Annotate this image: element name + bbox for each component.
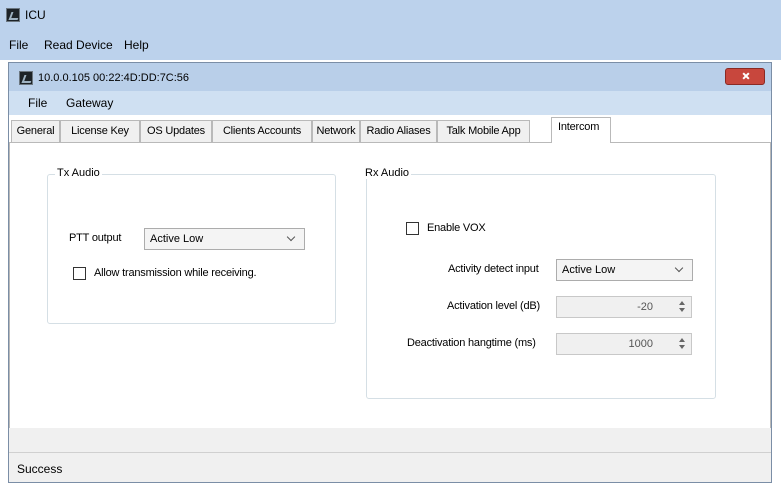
rx-audio-title: Rx Audio [363, 167, 412, 179]
tab-network[interactable]: Network [312, 120, 360, 142]
outer-menu-bar: File Read Device Help [0, 30, 781, 60]
deactivation-hangtime-label: Deactivation hangtime (ms) [407, 337, 536, 349]
deactivation-hangtime-value: 1000 [628, 338, 653, 350]
device-app-icon [19, 71, 33, 85]
spin-down-icon[interactable] [679, 345, 685, 349]
tab-intercom[interactable]: Intercom [551, 117, 611, 143]
tab-general[interactable]: General [11, 120, 60, 142]
ptt-output-label: PTT output [69, 232, 122, 244]
tab-strip: General License Key OS Updates Clients A… [9, 115, 771, 143]
menu-read-device[interactable]: Read Device [44, 38, 113, 52]
panel-footer [9, 428, 771, 452]
tx-audio-title: Tx Audio [55, 167, 102, 179]
activity-detect-select[interactable]: Active Low [556, 259, 693, 281]
device-title-bar: 10.0.0.105 00:22:4D:DD:7C:56 [9, 63, 771, 91]
deactivation-hangtime-spinner[interactable]: 1000 [556, 333, 692, 355]
ptt-output-value: Active Low [150, 233, 204, 245]
tab-os-updates[interactable]: OS Updates [140, 120, 212, 142]
activity-detect-label: Activity detect input [448, 263, 539, 275]
allow-transmission-checkbox[interactable] [73, 267, 86, 280]
window-title: ICU [25, 8, 46, 22]
menu-file[interactable]: File [9, 38, 28, 52]
close-icon [726, 69, 764, 84]
activation-level-spinner[interactable]: -20 [556, 296, 692, 318]
close-button[interactable] [725, 68, 765, 85]
device-menu-bar: File Gateway [9, 91, 771, 115]
activation-level-label: Activation level (dB) [447, 300, 541, 312]
outer-title-bar: ICU [0, 0, 781, 30]
activity-detect-value: Active Low [562, 264, 616, 276]
ptt-output-select[interactable]: Active Low [144, 228, 305, 250]
allow-transmission-label: Allow transmission while receiving. [94, 267, 257, 279]
tx-audio-group: Tx Audio PTT output Active Low Allow tra… [47, 167, 336, 324]
activation-level-value: -20 [637, 301, 653, 313]
menu-help[interactable]: Help [124, 38, 149, 52]
enable-vox-checkbox[interactable] [406, 222, 419, 235]
spin-buttons[interactable] [677, 300, 688, 314]
device-menu-file[interactable]: File [28, 96, 47, 110]
intercom-panel: Tx Audio PTT output Active Low Allow tra… [9, 142, 771, 428]
enable-vox-label: Enable VOX [427, 222, 486, 234]
tab-license-key[interactable]: License Key [60, 120, 140, 142]
tab-talk-mobile-app[interactable]: Talk Mobile App [437, 120, 530, 142]
chevron-down-icon [286, 232, 296, 242]
device-title: 10.0.0.105 00:22:4D:DD:7C:56 [38, 72, 190, 84]
device-menu-gateway[interactable]: Gateway [66, 96, 113, 110]
status-text: Success [17, 462, 63, 476]
spin-down-icon[interactable] [679, 308, 685, 312]
device-window: 10.0.0.105 00:22:4D:DD:7C:56 File Gatewa… [8, 62, 772, 483]
app-icon [6, 8, 20, 22]
spin-buttons[interactable] [677, 337, 688, 351]
tab-radio-aliases[interactable]: Radio Aliases [360, 120, 437, 142]
rx-audio-group: Rx Audio Enable VOX Activity detect inpu… [363, 167, 716, 399]
status-bar: Success [9, 452, 771, 482]
tab-clients-accounts[interactable]: Clients Accounts [212, 120, 312, 142]
spin-up-icon[interactable] [679, 338, 685, 342]
chevron-down-icon [674, 263, 684, 273]
spin-up-icon[interactable] [679, 301, 685, 305]
